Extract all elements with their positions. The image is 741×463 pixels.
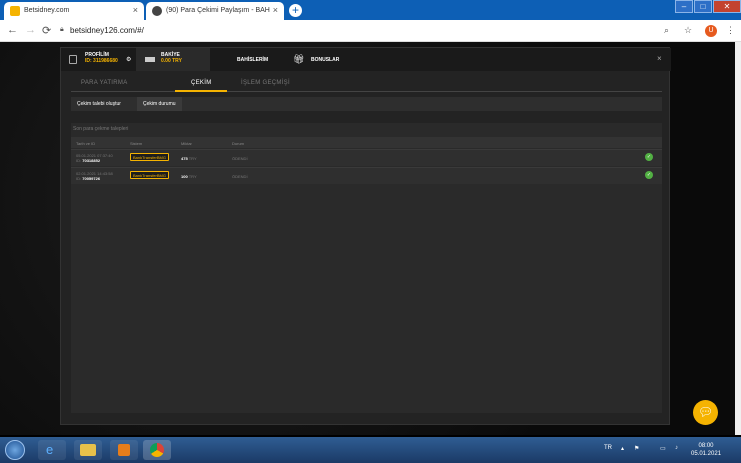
check-icon: ✓ — [645, 171, 653, 179]
menu-icon[interactable]: ⋮ — [726, 25, 735, 36]
row-amount: 100 — [181, 174, 188, 179]
reload-icon[interactable]: ⟳ — [42, 24, 51, 37]
network-icon[interactable]: ▭ — [660, 445, 666, 452]
withdrawal-status-button[interactable]: Çekim durumu — [137, 97, 182, 111]
bookmark-star-icon[interactable]: ☆ — [684, 25, 692, 36]
row-id-prefix: ID: — [76, 158, 82, 163]
tab-title: (90) Para Çekimi Paylaşım - BAH — [166, 7, 270, 14]
chat-button[interactable]: 💬︎ — [693, 400, 718, 425]
table-header: Tarih ve ID Sistem Miktar Durum — [71, 137, 662, 148]
lock-icon: 🔒︎ — [60, 26, 64, 33]
table-row[interactable]: 02.01.2021 14:43:58 ID: 70059726 BankTra… — [71, 167, 662, 184]
ie-taskbar-icon[interactable]: e — [38, 440, 66, 460]
tab-withdraw[interactable]: ÇEKİM — [191, 80, 212, 86]
chat-bubble-icon: 💬︎ — [697, 405, 714, 419]
account-modal: PROFİLİM ID: 311986680 ⚙ BAKİYE 0.00 TRY… — [60, 47, 671, 425]
settings-icon[interactable]: ⚙ — [126, 56, 131, 63]
close-window-button[interactable]: ✕ — [713, 0, 741, 13]
page-scrollbar[interactable] — [735, 42, 741, 435]
window-controls: – □ ✕ — [674, 0, 741, 14]
close-tab-icon[interactable]: × — [273, 5, 278, 15]
tab-deposit[interactable]: PARA YATIRMA — [81, 80, 128, 86]
column-status: Durum — [232, 141, 245, 146]
row-amount: 475 — [181, 156, 188, 161]
address-bar: ← → ⟳ 🔒︎ betsidney126.com/#/ ⌕ ☆ U ⋮ — [0, 20, 741, 42]
bets-link[interactable]: BAHİSLERİM — [237, 57, 268, 63]
panel-title: Son para çekme talepleri — [73, 126, 129, 132]
gift-icon: 🎁︎ — [293, 54, 305, 64]
bonuses-link[interactable]: BONUSLAR — [311, 57, 339, 63]
row-currency: TRY — [188, 156, 197, 161]
row-amount-cell: 100 TRY — [181, 174, 197, 179]
system-badge: BankTransferBMG — [130, 171, 169, 179]
tab-title: Betsidney.com — [24, 7, 70, 14]
browser-tab-bar: Betsidney.com × (90) Para Çekimi Paylaşı… — [0, 0, 741, 20]
forward-icon[interactable]: → — [25, 24, 36, 36]
row-status: ÖDENDİ — [232, 156, 248, 161]
tab-history[interactable]: İŞLEM GEÇMİŞİ — [241, 80, 290, 86]
avatar[interactable]: U — [705, 25, 717, 37]
column-date: Tarih ve ID — [76, 141, 96, 146]
close-icon[interactable]: × — [657, 54, 662, 63]
row-id-prefix: ID: — [76, 176, 82, 181]
row-status: ÖDENDİ — [232, 174, 248, 179]
start-button[interactable] — [5, 440, 25, 460]
row-currency: TRY — [188, 174, 197, 179]
row-id-cell: ID: 70318852 — [76, 158, 100, 163]
close-tab-icon[interactable]: × — [133, 5, 138, 15]
search-icon[interactable]: ⌕ — [664, 25, 669, 36]
balance-box[interactable]: BAKİYE 0.00 TRY — [136, 48, 210, 71]
chrome-taskbar-icon[interactable] — [143, 440, 171, 460]
media-player-taskbar-icon[interactable] — [110, 440, 138, 460]
volume-icon[interactable]: ♪ — [675, 445, 678, 451]
explorer-taskbar-icon[interactable] — [74, 440, 102, 460]
profile-button[interactable]: PROFİLİM ID: 311986680 — [85, 52, 118, 64]
system-clock[interactable]: 08:00 05.01.2021 — [691, 442, 721, 458]
browser-tab-para-cekimi[interactable]: (90) Para Çekimi Paylaşım - BAH × — [146, 2, 284, 20]
minimize-button[interactable]: – — [675, 0, 693, 13]
clock-time: 08:00 — [698, 443, 714, 449]
tray-expand-icon[interactable]: ▴ — [621, 445, 624, 452]
system-badge: BankTransferBMG — [130, 153, 169, 161]
withdraw-subnav: Çekim talebi oluştur Çekim durumu — [71, 97, 662, 111]
flag-icon[interactable]: ⚑ — [634, 445, 639, 452]
clock-date: 05.01.2021 — [691, 451, 722, 457]
check-icon: ✓ — [645, 153, 653, 161]
balance-value: 0.00 TRY — [161, 58, 182, 64]
back-icon[interactable]: ← — [7, 24, 18, 36]
betsidney-favicon-icon — [10, 6, 20, 16]
row-id: 70318852 — [82, 158, 101, 163]
row-id-cell: ID: 70059726 — [76, 176, 100, 181]
language-indicator[interactable]: TR — [604, 445, 612, 451]
table-row[interactable]: 05.01.2021 07:37:40 ID: 70318852 BankTra… — [71, 149, 662, 166]
balance-text: BAKİYE 0.00 TRY — [161, 52, 182, 64]
modal-header: PROFİLİM ID: 311986680 ⚙ BAKİYE 0.00 TRY… — [61, 48, 671, 71]
row-amount-cell: 475 TRY — [181, 156, 197, 161]
forum-favicon-icon — [152, 6, 162, 16]
wallet-icon — [145, 57, 155, 62]
active-tab-indicator — [175, 90, 227, 92]
column-amount: Miktar — [181, 141, 192, 146]
create-withdrawal-button[interactable]: Çekim talebi oluştur — [71, 97, 127, 111]
profile-icon[interactable] — [69, 55, 77, 64]
windows-taskbar: e TR ▴ ⚑ ▭ ♪ 08:00 05.01.2021 — [0, 437, 741, 463]
browser-tab-betsidney[interactable]: Betsidney.com × — [4, 2, 144, 20]
column-system: Sistem — [130, 141, 143, 146]
profile-id: ID: 311986680 — [85, 58, 118, 64]
maximize-button[interactable]: □ — [694, 0, 712, 13]
new-tab-button[interactable]: + — [289, 4, 302, 17]
url-field[interactable]: betsidney126.com/#/ — [70, 26, 144, 35]
withdrawal-requests-panel: Son para çekme talepleri Tarih ve ID Sis… — [71, 123, 662, 413]
modal-tabs: PARA YATIRMA ÇEKİM İŞLEM GEÇMİŞİ — [71, 75, 662, 92]
row-id: 70059726 — [82, 176, 101, 181]
